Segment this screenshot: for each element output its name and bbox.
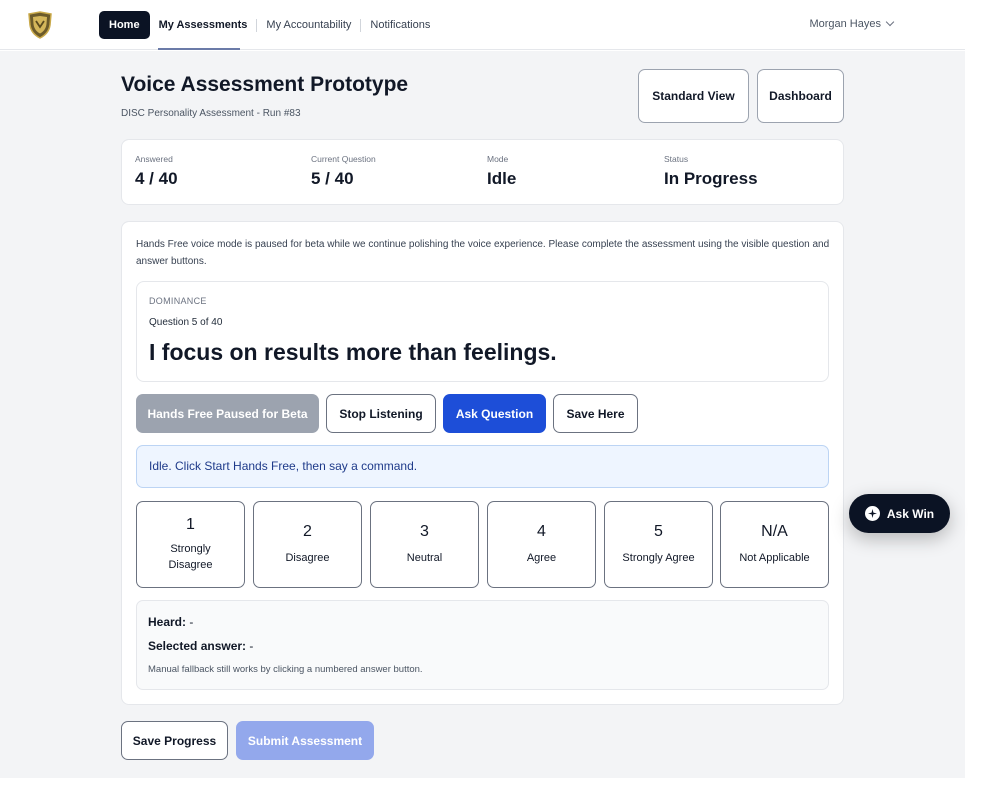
option-number: 4 [537, 523, 546, 540]
ask-win-label: Ask Win [886, 506, 935, 521]
option-number: 2 [303, 523, 312, 540]
stat-status: Status In Progress [664, 154, 758, 189]
option-number: 3 [420, 523, 429, 540]
nav-notifications[interactable]: Notifications [361, 18, 439, 32]
ask-win-button[interactable]: Ask Win [849, 494, 950, 533]
hands-free-paused-button[interactable]: Hands Free Paused for Beta [136, 394, 319, 433]
stats-card: Answered 4 / 40 Current Question 5 / 40 … [121, 139, 844, 205]
beta-notice: Hands Free voice mode is paused for beta… [136, 239, 830, 267]
user-menu[interactable]: Morgan Hayes [809, 17, 895, 30]
stat-answered: Answered 4 / 40 [135, 154, 178, 189]
stat-label: Answered [135, 154, 173, 164]
stat-mode: Mode Idle [487, 154, 516, 189]
stop-listening-button[interactable]: Stop Listening [326, 394, 436, 433]
stat-current-question: Current Question 5 / 40 [311, 154, 376, 189]
standard-view-button[interactable]: Standard View [638, 69, 749, 123]
option-label: Disagree [285, 552, 330, 564]
answer-option-5[interactable]: 5 Strongly Agree [604, 501, 713, 588]
page-title: Voice Assessment Prototype [121, 73, 409, 96]
shield-logo-icon[interactable] [27, 11, 53, 39]
question-text: I focus on results more than feelings. [149, 339, 557, 365]
option-label: Agree [526, 552, 557, 564]
stat-label: Mode [487, 154, 509, 164]
nav-my-assessments[interactable]: My Assessments [150, 18, 257, 32]
chevron-down-icon [885, 17, 895, 27]
stat-value: Idle [487, 169, 517, 188]
dashboard-button[interactable]: Dashboard [757, 69, 844, 123]
top-nav-bar: Home My Assessments My Accountability No… [0, 0, 965, 50]
selected-answer-line: Selected answer: - [148, 639, 253, 653]
question-number: Question 5 of 40 [149, 317, 223, 328]
stat-label: Current Question [311, 154, 376, 164]
stat-value: 5 / 40 [311, 169, 354, 188]
manual-fallback-note: Manual fallback still works by clicking … [148, 664, 423, 675]
heard-line: Heard: - [148, 615, 193, 629]
option-number: N/A [761, 523, 788, 540]
user-name: Morgan Hayes [809, 18, 881, 30]
submit-assessment-button[interactable]: Submit Assessment [236, 721, 374, 760]
option-number: 1 [186, 516, 195, 533]
option-label: Not Applicable [739, 552, 810, 564]
answer-option-2[interactable]: 2 Disagree [253, 501, 362, 588]
option-label: Neutral [406, 552, 443, 564]
ask-question-button[interactable]: Ask Question [443, 394, 546, 433]
main-nav: Home My Assessments My Accountability No… [99, 11, 439, 39]
nav-my-accountability[interactable]: My Accountability [257, 18, 360, 32]
question-card [136, 281, 829, 382]
option-label: Strongly Disagree [168, 543, 213, 571]
status-message: Idle. Click Start Hands Free, then say a… [149, 459, 418, 473]
page-subtitle: DISC Personality Assessment - Run #83 [121, 108, 301, 119]
heard-label: Heard: [148, 615, 187, 629]
question-category: DOMINANCE [149, 296, 207, 306]
heard-value: - [189, 615, 194, 629]
stat-value: In Progress [664, 169, 758, 188]
selected-answer-label: Selected answer: [148, 639, 247, 653]
stat-value: 4 / 40 [135, 169, 178, 188]
answer-option-3[interactable]: 3 Neutral [370, 501, 479, 588]
active-tab-indicator [158, 48, 240, 50]
save-here-button[interactable]: Save Here [553, 394, 638, 433]
option-label: Strongly Agree [622, 552, 695, 564]
nav-home-button[interactable]: Home [99, 11, 150, 39]
selected-answer-value: - [249, 639, 254, 653]
option-number: 5 [654, 523, 663, 540]
answer-option-na[interactable]: N/A Not Applicable [720, 501, 829, 588]
answer-option-4[interactable]: 4 Agree [487, 501, 596, 588]
stat-label: Status [664, 154, 689, 164]
save-progress-button[interactable]: Save Progress [121, 721, 228, 760]
sparkle-icon [864, 506, 880, 521]
answer-option-1[interactable]: 1 Strongly Disagree [136, 501, 245, 588]
